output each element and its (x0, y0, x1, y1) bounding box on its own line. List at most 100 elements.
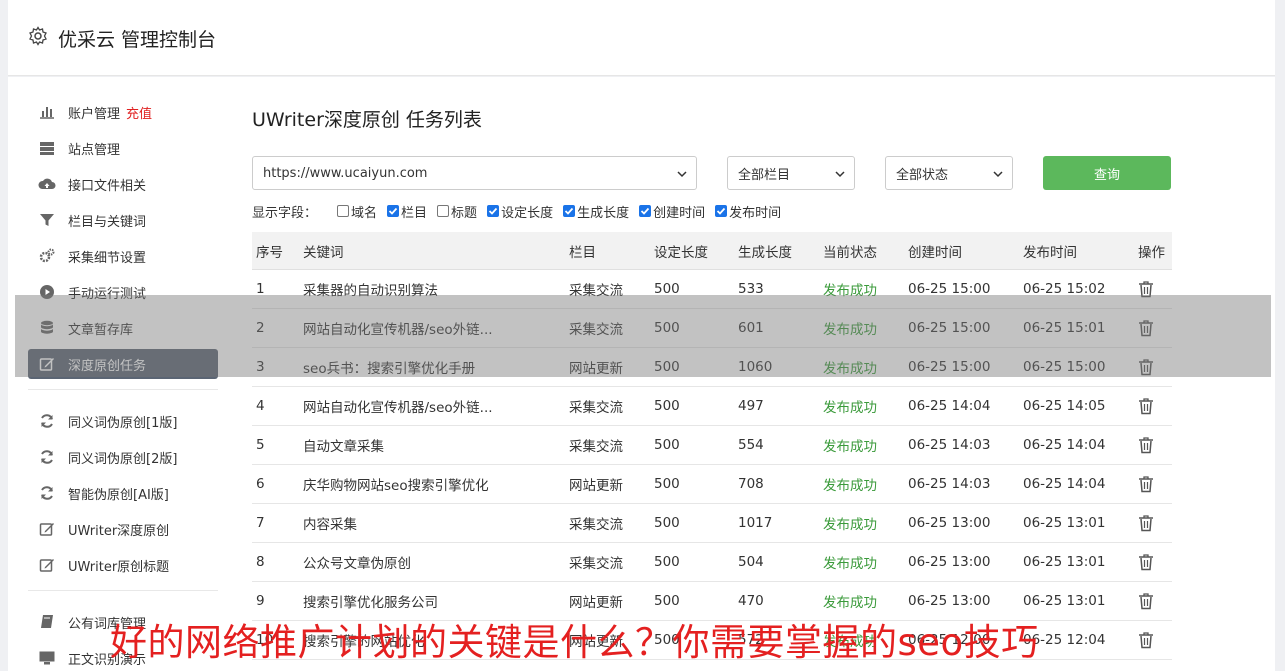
sidebar-item-label: 同义词伪原创[2版] (68, 451, 178, 467)
checkbox-unchecked-icon[interactable] (337, 205, 350, 217)
trash-icon[interactable] (1138, 436, 1154, 454)
delete-button[interactable] (1134, 631, 1172, 649)
table-cell: 7 (256, 515, 265, 531)
status-text: 发布成功 (823, 478, 877, 494)
trash-icon[interactable] (1138, 592, 1154, 610)
status-select[interactable]: 全部状态 (885, 156, 1013, 190)
refresh-icon (38, 448, 56, 466)
column-select[interactable]: 全部栏目 (727, 156, 855, 190)
column-header: 设定长度 (654, 244, 708, 261)
display-fields: 显示字段： 域名 栏目 标题 设定长度 生成长度 创建时间 发布时间 (252, 202, 791, 221)
checkbox-checked-icon[interactable] (639, 205, 652, 217)
sidebar-item[interactable]: UWriter深度原创 (28, 514, 218, 544)
table-cell: 470 (738, 593, 764, 609)
delete-button[interactable] (1134, 514, 1172, 532)
sidebar-item-label: UWriter深度原创 (68, 523, 170, 539)
content-area: UWriter深度原创 任务列表 https://www.ucaiyun.com… (252, 105, 1182, 660)
status-text: 发布成功 (823, 556, 877, 572)
field-checkbox[interactable]: 创建时间 (639, 202, 705, 221)
field-checkbox-label: 标题 (451, 205, 478, 221)
column-header: 创建时间 (908, 244, 962, 261)
delete-button[interactable] (1134, 592, 1172, 610)
gear-icon (29, 26, 47, 46)
table-row: 4 网站自动化宣传机器/seo外链... 采集交流 500 497 发布成功 06-25 1… (252, 387, 1172, 426)
overlay-band (15, 295, 1271, 377)
table-cell: 采集交流 (569, 400, 623, 416)
trash-icon[interactable] (1138, 397, 1154, 415)
table-row: 8 公众号文章伪原创 采集交流 500 504 发布成功 06-25 13:00 06-25 … (252, 543, 1172, 582)
delete-button[interactable] (1134, 436, 1172, 454)
field-checkbox[interactable]: 标题 (437, 202, 477, 221)
checkbox-checked-icon[interactable] (387, 205, 400, 217)
page-title: UWriter深度原创 任务列表 (252, 109, 482, 131)
sidebar-item[interactable]: 同义词伪原创[1版] (28, 406, 218, 436)
sidebar-item-label: 同义词伪原创[1版] (68, 415, 178, 431)
chevron-down-icon (993, 171, 1003, 178)
table-cell: 497 (738, 398, 764, 414)
monitor-icon (38, 649, 56, 667)
sidebar-item[interactable]: UWriter原创标题 (28, 550, 218, 580)
delete-button[interactable] (1134, 397, 1172, 415)
trash-icon[interactable] (1138, 553, 1154, 571)
table-cell: 500 (654, 515, 680, 531)
table-cell: 554 (738, 437, 764, 453)
delete-button[interactable] (1134, 475, 1172, 493)
site-select-value: https://www.ucaiyun.com (263, 165, 428, 181)
field-checkbox-label: 设定长度 (501, 205, 554, 221)
table-cell: 06-25 14:05 (1023, 398, 1106, 414)
field-checkbox[interactable]: 设定长度 (487, 202, 553, 221)
field-checkbox[interactable]: 发布时间 (715, 202, 781, 221)
field-checkbox-label: 创建时间 (653, 205, 706, 221)
column-header: 序号 (256, 244, 283, 261)
chevron-down-icon (835, 171, 845, 178)
checkbox-checked-icon[interactable] (715, 205, 728, 217)
status-text: 发布成功 (823, 439, 877, 455)
refresh-icon (38, 484, 56, 502)
field-checkbox[interactable]: 栏目 (387, 202, 427, 221)
column-header: 生成长度 (738, 244, 792, 261)
query-button[interactable]: 查询 (1043, 156, 1171, 190)
server-icon (38, 139, 56, 157)
table-cell: 9 (256, 593, 265, 609)
sidebar-item-label: 栏目与关键词 (68, 214, 147, 230)
table-cell: 06-25 13:01 (1023, 515, 1106, 531)
sidebar: 账户管理 充值 站点管理 接口文件相关 栏目与关键词 采集细节设置 手动运行测试 文章暂存库深… (28, 97, 218, 671)
field-checkbox-label: 域名 (351, 205, 378, 221)
sidebar-divider (28, 389, 218, 390)
field-checkbox-label: 生成长度 (577, 205, 630, 221)
book-icon (38, 613, 56, 631)
table-cell: 庆华购物网站seo搜索引擎优化 (303, 478, 489, 494)
field-checkbox[interactable]: 域名 (337, 202, 377, 221)
cogs-icon (38, 247, 56, 265)
sidebar-item[interactable]: 智能伪原创[AI版] (28, 478, 218, 508)
cloud-upload-icon (38, 175, 56, 193)
column-header: 栏目 (569, 244, 596, 261)
sidebar-item-label: 智能伪原创[AI版] (68, 487, 169, 503)
sidebar-item[interactable]: 栏目与关键词 (28, 205, 218, 235)
delete-button[interactable] (1134, 553, 1172, 571)
sidebar-item[interactable]: 账户管理 充值 (28, 97, 218, 127)
edit-icon (38, 556, 56, 574)
field-checkbox[interactable]: 生成长度 (563, 202, 629, 221)
recharge-link[interactable]: 充值 (126, 103, 152, 122)
table-cell: 708 (738, 476, 764, 492)
sidebar-item[interactable]: 接口文件相关 (28, 169, 218, 199)
trash-icon[interactable] (1138, 631, 1154, 649)
column-header: 关键词 (303, 244, 344, 261)
trash-icon[interactable] (1138, 514, 1154, 532)
table-cell: 采集交流 (569, 517, 623, 533)
sidebar-divider (28, 590, 218, 591)
sidebar-item-label: 站点管理 (68, 142, 121, 158)
table-cell: 06-25 14:04 (1023, 476, 1106, 492)
trash-icon[interactable] (1138, 475, 1154, 493)
table-cell: 搜索引擎优化服务公司 (303, 595, 438, 611)
sidebar-item[interactable]: 同义词伪原创[2版] (28, 442, 218, 472)
checkbox-unchecked-icon[interactable] (437, 205, 450, 217)
sidebar-item[interactable]: 站点管理 (28, 133, 218, 163)
table-cell: 8 (256, 554, 265, 570)
sidebar-item[interactable]: 采集细节设置 (28, 241, 218, 271)
table-cell: 5 (256, 437, 265, 453)
checkbox-checked-icon[interactable] (563, 205, 576, 217)
site-select[interactable]: https://www.ucaiyun.com (252, 156, 697, 190)
checkbox-checked-icon[interactable] (487, 205, 500, 217)
